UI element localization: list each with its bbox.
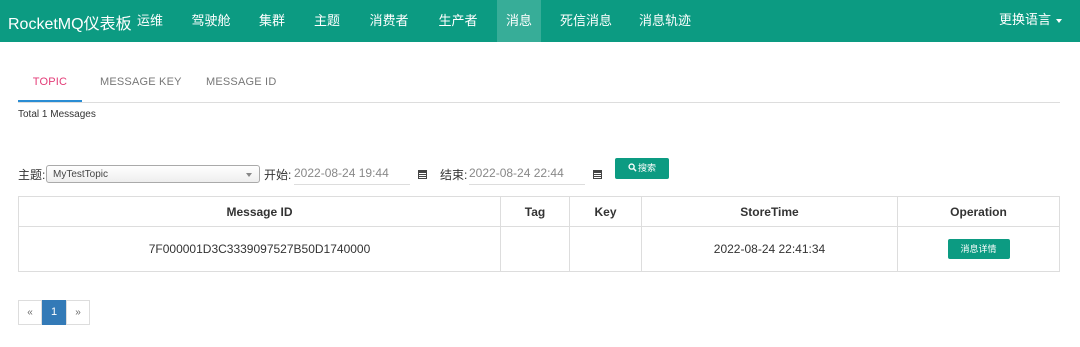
topic-label: 主题: [18,168,46,182]
total-messages-text: Total 1 Messages [18,109,96,120]
nav-item-message[interactable]: 消息 [497,0,541,42]
pagination-page-1[interactable]: 1 [42,300,66,325]
message-table: Message ID Tag Key StoreTime Operation 7… [18,196,1060,272]
tab-message-id[interactable]: MESSAGE ID [206,76,276,101]
cell-operation: 消息详情 [897,226,1060,272]
search-mode-tabs: TOPIC MESSAGE KEY MESSAGE ID [18,76,1060,103]
nav-item-consumer[interactable]: 消费者 [361,0,417,42]
cell-store-time: 2022-08-24 22:41:34 [641,226,898,272]
tab-message-key-label: MESSAGE KEY [100,76,182,88]
column-header-operation: Operation [897,196,1060,227]
table-row: 7F000001D3C3339097527B50D1740000 2022-08… [18,226,1060,272]
start-time-input[interactable]: 2022-08-24 19:44 [294,163,410,185]
column-header-tag: Tag [500,196,570,227]
nav-item-topic[interactable]: 主题 [305,0,349,42]
pagination-next-button[interactable]: » [66,300,90,325]
pagination-prev-button[interactable]: « [18,300,42,325]
column-header-store-time: StoreTime [641,196,898,227]
cell-message-id: 7F000001D3C3339097527B50D1740000 [18,226,501,272]
topic-select-value: MyTestTopic [53,169,109,180]
search-icon [628,163,637,172]
table-header-row: Message ID Tag Key StoreTime Operation [18,196,1060,227]
message-detail-button[interactable]: 消息详情 [947,239,1010,259]
select-arrow-icon [246,173,252,177]
app-brand[interactable]: RocketMQ仪表板 [8,10,132,34]
nav-item-message-trace[interactable]: 消息轨迹 [630,0,700,42]
tab-topic[interactable]: TOPIC [18,76,82,102]
nav-item-cluster[interactable]: 集群 [250,0,294,42]
nav-item-ops[interactable]: 运维 [125,0,175,42]
nav-item-producer[interactable]: 生产者 [428,0,488,42]
start-label: 开始: [264,168,292,182]
end-label: 结束: [440,168,468,182]
tab-message-id-label: MESSAGE ID [206,76,277,88]
language-dropdown[interactable]: 更换语言 [999,0,1062,42]
search-button-label: 搜索 [637,163,656,173]
tab-topic-label: TOPIC [32,76,68,88]
calendar-icon[interactable] [418,170,427,179]
cell-tag [500,226,570,272]
cell-key [569,226,642,272]
end-time-input[interactable]: 2022-08-24 22:44 [469,163,585,185]
search-button[interactable]: 搜索 [615,158,669,179]
language-label: 更换语言 [998,12,1051,27]
column-header-message-id: Message ID [18,196,501,227]
topic-select[interactable]: MyTestTopic [46,165,260,183]
nav-item-dlq-message[interactable]: 死信消息 [551,0,621,42]
nav-item-dashboard[interactable]: 驾驶舱 [183,0,239,42]
tab-message-key[interactable]: MESSAGE KEY [100,76,182,101]
calendar-icon[interactable] [593,170,602,179]
top-navbar: RocketMQ仪表板 运维 驾驶舱 集群 主题 消费者 生产者 消息 死信消息… [0,0,1080,42]
caret-down-icon [1056,18,1062,23]
column-header-key: Key [569,196,642,227]
